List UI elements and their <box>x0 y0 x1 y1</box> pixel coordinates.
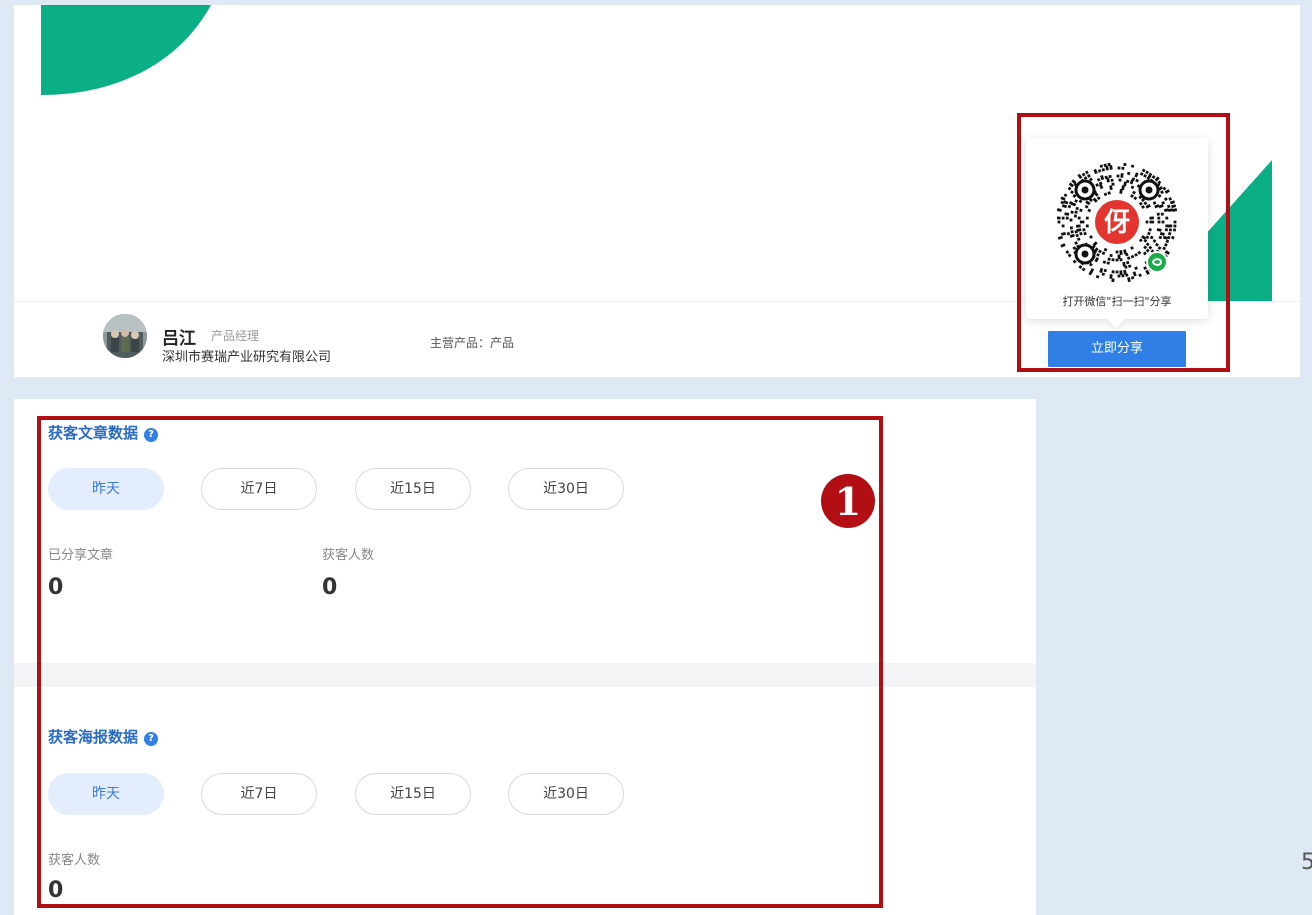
step-number-badge: 1 <box>820 473 876 529</box>
main-product-text: 主营产品：产品 <box>430 336 515 350</box>
highlight-box-share <box>1017 113 1230 372</box>
page-number: 5 <box>1301 850 1312 875</box>
user-job-title: 产品经理 <box>211 329 260 343</box>
step-number: 1 <box>835 479 861 524</box>
highlight-box-stats <box>37 416 883 908</box>
avatar[interactable] <box>103 314 147 358</box>
user-company: 深圳市赛瑞产业研究有限公司 <box>162 350 332 365</box>
